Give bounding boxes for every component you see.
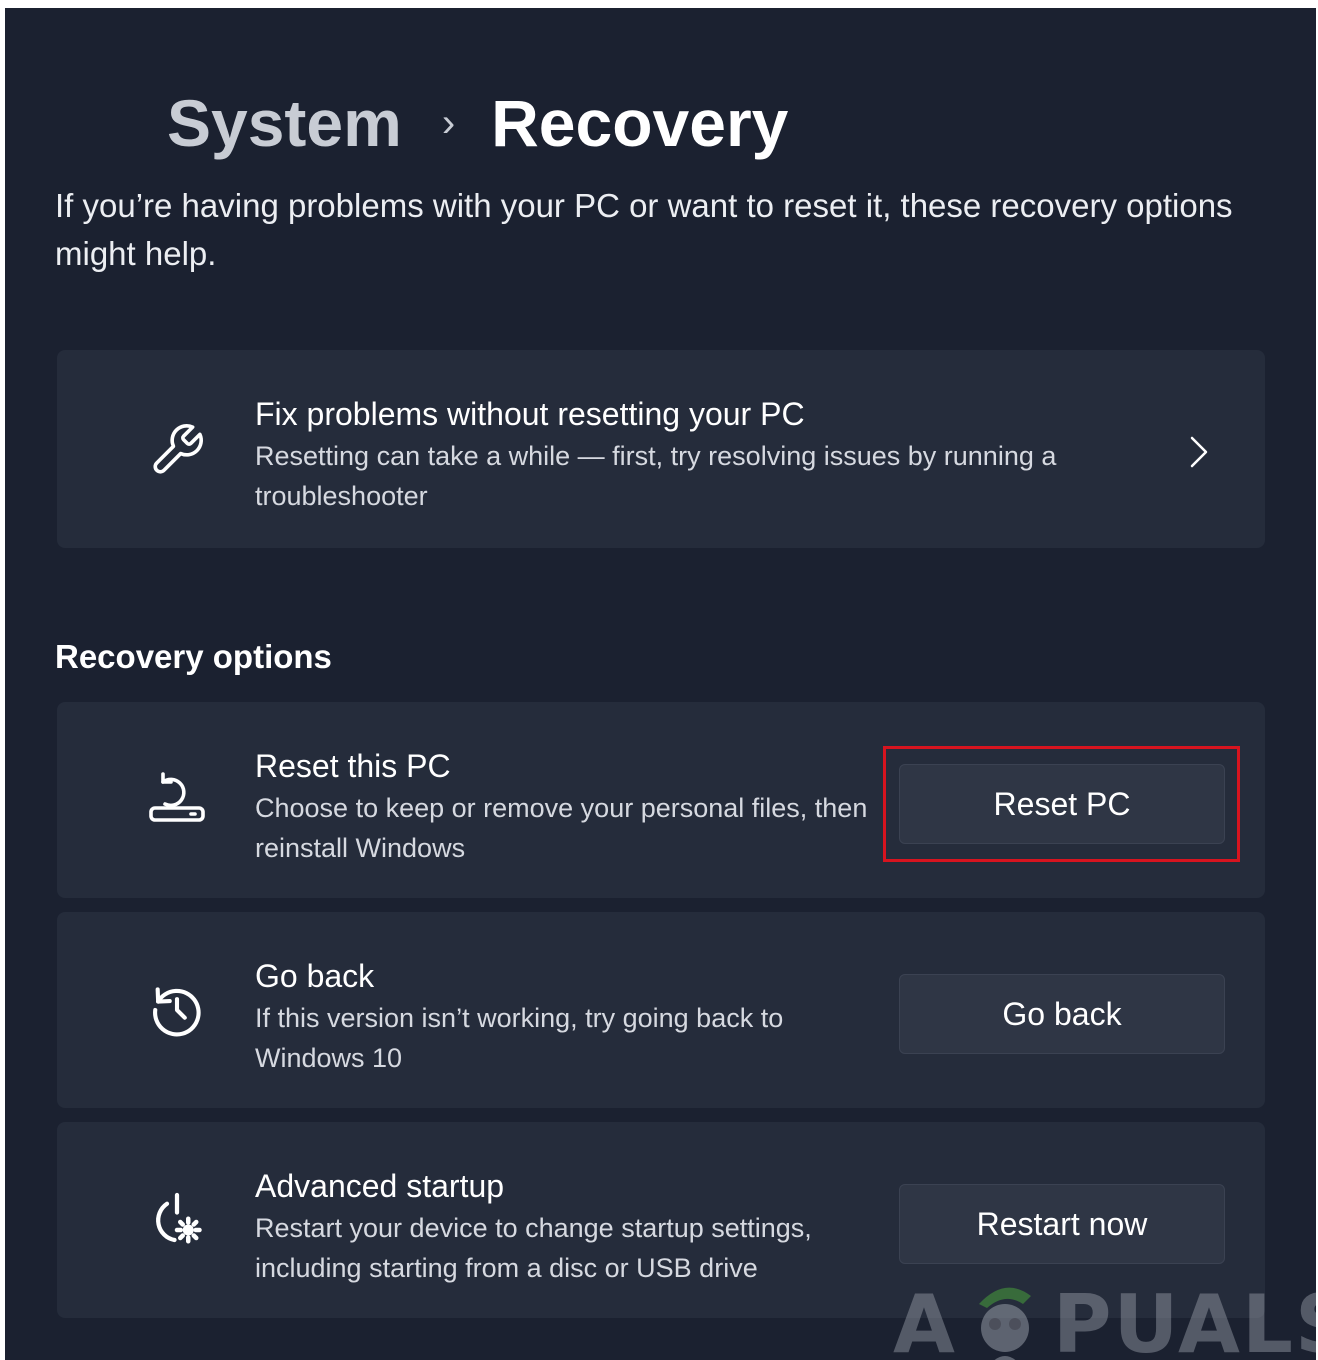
reset-pc-title: Reset this PC	[255, 748, 451, 784]
watermark-right-text: PUALS	[1052, 1277, 1316, 1360]
reset-pc-card: Reset this PC Choose to keep or remove y…	[57, 702, 1265, 898]
chevron-right-icon	[1179, 432, 1219, 472]
watermark-mascot-logo	[978, 1287, 1031, 1360]
settings-window: System › Recovery If you’re having probl…	[5, 8, 1316, 1360]
reset-pc-description: Choose to keep or remove your personal f…	[255, 793, 868, 863]
wrench-icon	[147, 420, 207, 480]
go-back-card: Go back If this version isn’t working, t…	[57, 912, 1265, 1108]
advanced-startup-icon	[147, 1190, 207, 1250]
breadcrumb: System › Recovery	[167, 78, 788, 168]
go-back-description: If this version isn’t working, try going…	[255, 1003, 784, 1073]
intro-text: If you’re having problems with your PC o…	[55, 187, 1233, 272]
fix-problems-title: Fix problems without resetting your PC	[255, 396, 805, 432]
page-title: Recovery	[491, 86, 789, 160]
advanced-startup-title: Advanced startup	[255, 1168, 505, 1204]
go-back-button[interactable]: Go back	[899, 974, 1225, 1054]
fix-problems-card[interactable]: Fix problems without resetting your PC R…	[57, 350, 1265, 548]
advanced-startup-description: Restart your device to change startup se…	[255, 1213, 812, 1283]
recovery-options-heading: Recovery options	[55, 638, 332, 675]
fix-problems-description: Resetting can take a while — first, try …	[255, 441, 1057, 511]
reset-pc-button[interactable]: Reset PC	[899, 764, 1225, 844]
breadcrumb-separator: ›	[441, 100, 456, 145]
reset-pc-icon	[147, 770, 207, 830]
go-back-title: Go back	[255, 958, 375, 994]
watermark-left-text: A	[893, 1277, 957, 1360]
history-icon	[147, 980, 207, 1040]
appuals-watermark: A PUALS	[893, 1276, 1316, 1360]
breadcrumb-system-link[interactable]: System	[167, 85, 402, 161]
restart-now-button[interactable]: Restart now	[899, 1184, 1225, 1264]
